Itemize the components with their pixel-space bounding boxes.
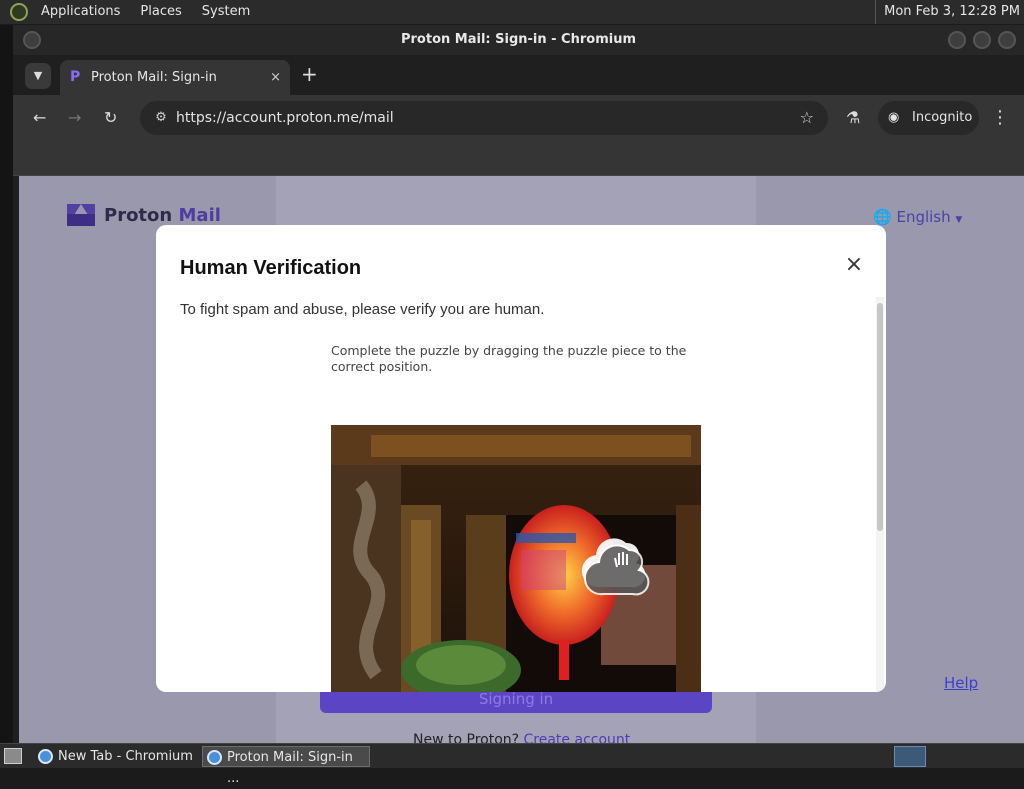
modal-close-button[interactable]: × <box>844 254 864 276</box>
task-proton-mail[interactable]: Proton Mail: Sign-in ... <box>202 746 370 786</box>
site-settings-icon[interactable]: ⚙ <box>150 107 172 129</box>
chevron-down-icon: ▼ <box>955 215 963 225</box>
chromium-icon <box>207 750 222 765</box>
modal-title: Human Verification <box>180 257 362 279</box>
tab-search-button[interactable]: ▼ <box>25 63 51 89</box>
address-bar[interactable]: ⚙ https://account.proton.me/mail ☆ <box>140 101 828 135</box>
new-tab-button[interactable]: + <box>301 61 318 87</box>
captcha-puzzle-area[interactable] <box>331 425 701 692</box>
tab-proton-signin[interactable]: P Proton Mail: Sign-in × <box>60 60 290 95</box>
task-new-tab-chromium[interactable]: New Tab - Chromium <box>34 746 196 767</box>
taskbar: New Tab - Chromium Proton Mail: Sign-in … <box>0 743 1024 786</box>
help-link[interactable]: Help <box>944 674 978 692</box>
incognito-indicator[interactable]: ◉ Incognito <box>878 101 979 135</box>
labs-flask-icon[interactable]: ⚗ <box>846 107 860 129</box>
language-label: English <box>896 208 951 226</box>
applications-logo-icon[interactable] <box>10 3 28 21</box>
places-menu[interactable]: Places <box>133 0 188 24</box>
workspace-switcher[interactable] <box>894 746 926 767</box>
url-text[interactable]: https://account.proton.me/mail <box>176 101 394 135</box>
logo-text-mail: Mail <box>178 204 221 226</box>
proton-logo-icon <box>67 204 95 226</box>
bookmark-star-icon[interactable]: ☆ <box>800 101 814 135</box>
desktop-edge <box>0 25 13 743</box>
clock[interactable]: Mon Feb 3, 12:28 PM <box>875 0 1020 24</box>
task-label: Proton Mail: Sign-in ... <box>227 750 353 786</box>
modal-scrollbar-thumb[interactable] <box>877 303 883 531</box>
system-menu[interactable]: System <box>195 0 257 24</box>
task-label: New Tab - Chromium <box>58 749 193 764</box>
globe-icon: 🌐 <box>873 208 892 226</box>
captcha-instructions: Complete the puzzle by dragging the puzz… <box>331 343 687 374</box>
human-verification-modal: Human Verification × To fight spam and a… <box>156 225 886 692</box>
create-account-link[interactable]: Create account <box>524 732 631 743</box>
captcha-temple-photo <box>331 425 701 692</box>
proton-icon: P <box>70 69 81 85</box>
toolbar-spacer <box>13 141 1024 176</box>
tab-close-icon[interactable]: × <box>270 60 281 95</box>
maximize-button[interactable] <box>973 31 991 49</box>
top-panel: Applications Places System Mon Feb 3, 12… <box>0 0 1024 24</box>
back-icon[interactable]: ← <box>33 107 46 129</box>
new-to-proton-text: New to Proton? Create account <box>413 732 630 743</box>
reload-icon[interactable]: ↻ <box>104 107 117 129</box>
window-menu-button[interactable] <box>23 31 41 49</box>
applications-menu[interactable]: Applications <box>34 0 127 24</box>
new-to-proton-label: New to Proton? <box>413 732 520 743</box>
language-selector[interactable]: 🌐 English ▼ <box>873 208 962 226</box>
tab-title: Proton Mail: Sign-in <box>91 70 217 85</box>
incognito-icon: ◉ <box>888 110 900 125</box>
modal-description: To fight spam and abuse, please verify y… <box>180 301 545 318</box>
forward-icon[interactable]: → <box>68 107 81 129</box>
incognito-label: Incognito <box>912 110 973 125</box>
chromium-icon <box>38 749 53 764</box>
browser-toolbar: ← → ↻ ⚙ https://account.proton.me/mail ☆… <box>13 95 1024 141</box>
minimize-button[interactable] <box>948 31 966 49</box>
window-titlebar[interactable]: Proton Mail: Sign-in - Chromium <box>13 25 1024 55</box>
close-window-button[interactable] <box>998 31 1016 49</box>
logo-text-proton: Proton <box>104 204 173 226</box>
show-desktop-icon[interactable] <box>4 748 22 764</box>
tab-strip: ▼ P Proton Mail: Sign-in × + <box>13 55 1024 95</box>
window-title: Proton Mail: Sign-in - Chromium <box>400 32 636 47</box>
browser-menu-icon[interactable]: ⋮ <box>991 107 1009 129</box>
